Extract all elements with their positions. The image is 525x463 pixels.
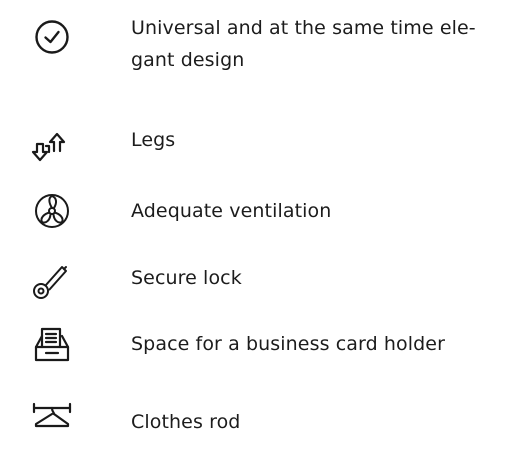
check-circle-icon bbox=[30, 15, 74, 59]
legs-arrows-icon bbox=[30, 122, 74, 166]
key-icon bbox=[30, 258, 74, 302]
feature-label-lock: Secure lock bbox=[131, 267, 242, 289]
feature-label-ventilation: Adequate ventilation bbox=[131, 200, 332, 222]
feature-label-design: Universal and at the same time ele-gant … bbox=[131, 17, 476, 71]
ventilation-fan-icon bbox=[30, 189, 74, 233]
feature-label-legs: Legs bbox=[131, 129, 176, 151]
clothes-hanger-icon bbox=[30, 398, 74, 442]
feature-label-card-holder: Space for a business card holder bbox=[131, 333, 446, 355]
card-holder-icon bbox=[30, 322, 74, 366]
feature-label-clothes-rod: Clothes rod bbox=[131, 411, 241, 433]
